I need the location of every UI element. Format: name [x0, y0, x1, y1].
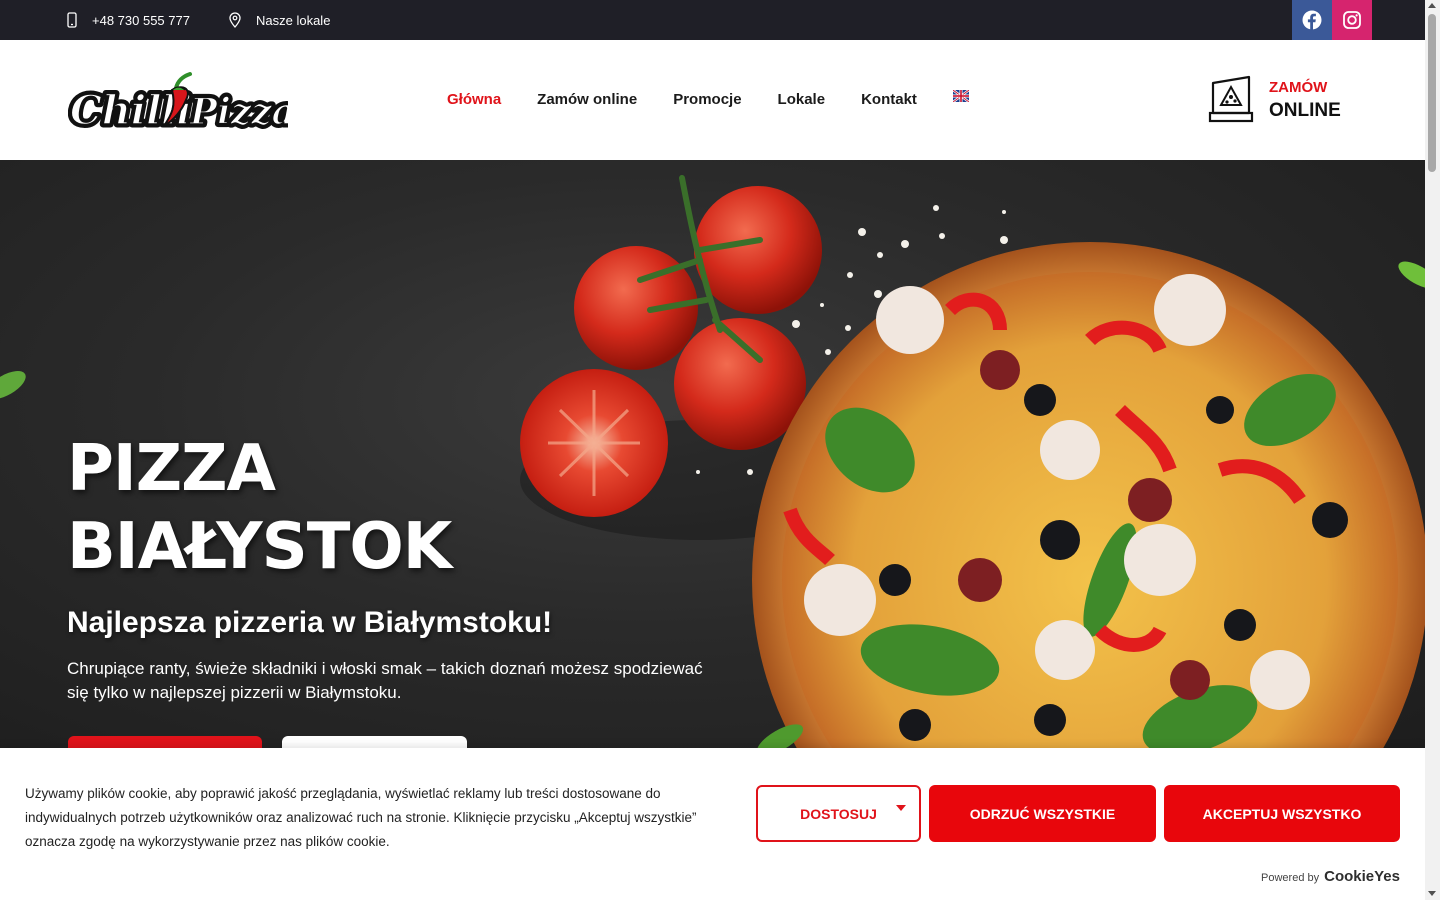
hero-title-line1: PIZZA [67, 432, 276, 506]
powered-by[interactable]: Powered by CookieYes [1261, 868, 1400, 885]
hero-description: Chrupiące ranty, świeże składniki i włos… [67, 659, 703, 702]
cookie-notice-text: Używamy plików cookie, aby poprawić jako… [25, 786, 697, 849]
instagram-button[interactable] [1332, 0, 1372, 40]
accept-all-button[interactable]: AKCEPTUJ WSZYSTKO [1164, 785, 1400, 842]
main-nav: Główna Zamów online Promocje Lokale Kont… [447, 40, 969, 158]
cookieyes-logo: CookieYes [1324, 868, 1400, 885]
map-pin-icon [229, 12, 241, 28]
nav-order-online[interactable]: Zamów online [537, 91, 637, 108]
hero-title: PIZZA BIAŁYSTOK [67, 430, 452, 586]
nav-home[interactable]: Główna [447, 91, 501, 108]
caret-down-icon [896, 805, 906, 811]
customize-label: DOSTOSUJ [800, 805, 877, 822]
site-header: Chilli Chilli Pizza Pizza Główna Zamów o… [0, 40, 1425, 160]
facebook-icon [1302, 10, 1322, 30]
scroll-up-icon[interactable] [1428, 3, 1436, 8]
facebook-button[interactable] [1292, 0, 1332, 40]
order-cta-line2: ONLINE [1269, 100, 1341, 121]
page-scrollbar[interactable] [1425, 0, 1440, 900]
basil-leaf-left [0, 371, 26, 399]
scroll-down-icon[interactable] [1428, 891, 1436, 896]
hero-section: PIZZA BIAŁYSTOK Najlepsza pizzeria w Bia… [0, 160, 1425, 760]
order-online-cta[interactable]: ZAMÓW ONLINE [1207, 74, 1347, 126]
phone-contact[interactable]: +48 730 555 777 [66, 0, 190, 40]
places-label: Nasze lokale [256, 12, 331, 28]
pizza-box-icon [1208, 75, 1254, 123]
hero-subtitle: Najlepsza pizzeria w Białymstoku! [67, 606, 553, 639]
places-link[interactable]: Nasze lokale [228, 0, 330, 40]
order-cta-line1: ZAMÓW [1269, 79, 1328, 96]
svg-text:Pizza: Pizza [189, 91, 288, 132]
top-bar: +48 730 555 777 Nasze lokale [0, 0, 1425, 40]
phone-icon [67, 12, 77, 28]
reject-all-label: ODRZUĆ WSZYSTKIE [969, 805, 1116, 822]
nav-promotions[interactable]: Promocje [673, 91, 741, 108]
basil-leaf-right [1398, 261, 1425, 289]
chilli-pizza-logo[interactable]: Chilli Chilli Pizza Pizza [67, 66, 298, 138]
nav-contact[interactable]: Kontakt [861, 91, 917, 108]
instagram-icon [1343, 11, 1361, 29]
hero-title-line2: BIAŁYSTOK [67, 510, 452, 584]
accept-all-label: AKCEPTUJ WSZYSTKO [1202, 805, 1362, 822]
nav-locations[interactable]: Lokale [778, 91, 826, 108]
tomato-3 [674, 318, 806, 450]
phone-number: +48 730 555 777 [92, 12, 190, 28]
cookie-banner: Używamy plików cookie, aby poprawić jako… [0, 748, 1425, 900]
reject-all-button[interactable]: ODRZUĆ WSZYSTKIE [929, 785, 1156, 842]
customize-button[interactable]: DOSTOSUJ [756, 785, 921, 842]
scrollbar-thumb[interactable] [1428, 14, 1436, 172]
uk-flag-icon[interactable] [952, 90, 969, 102]
powered-by-label: Powered by [1261, 872, 1320, 884]
